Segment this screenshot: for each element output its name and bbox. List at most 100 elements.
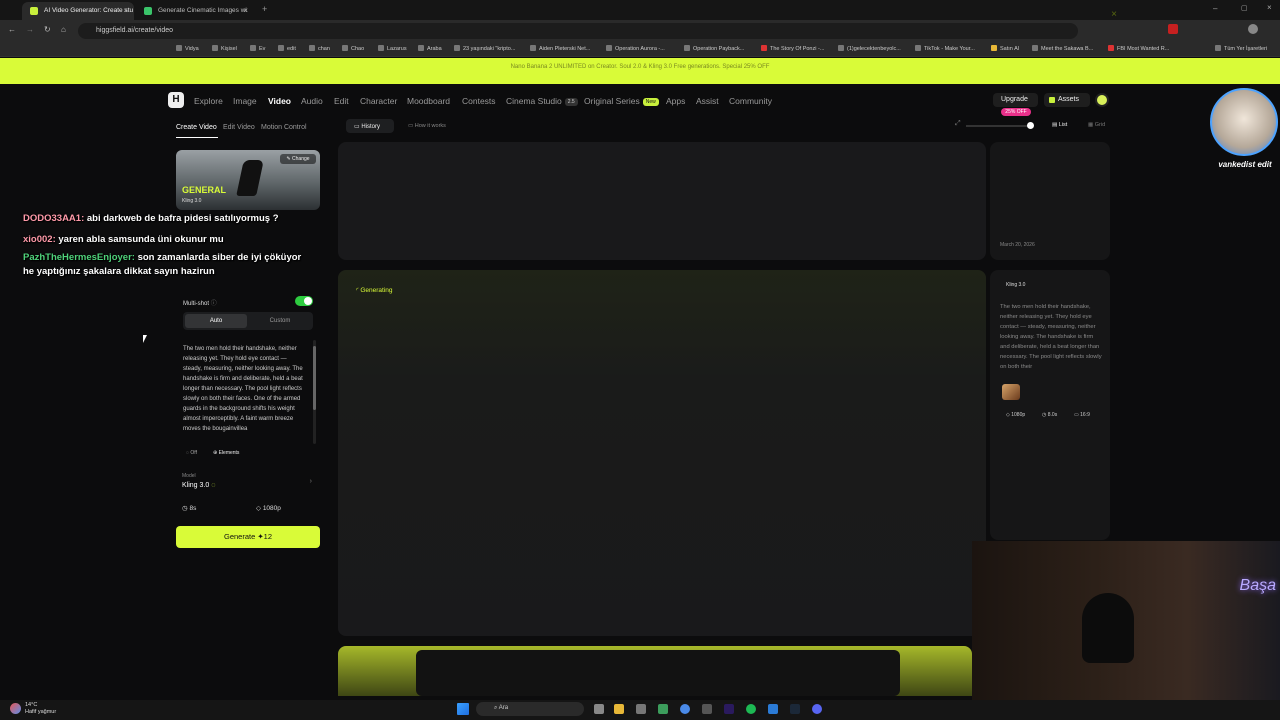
- model-selector[interactable]: Model Kling 3.0 ◌ ›: [176, 470, 320, 494]
- discord-icon[interactable]: [812, 704, 822, 714]
- model-label: Model: [182, 473, 196, 479]
- nav-assist[interactable]: Assist: [696, 96, 719, 106]
- nav-apps[interactable]: Apps: [666, 96, 685, 106]
- browser-tab[interactable]: Generate Cinematic Images wi ×: [136, 2, 254, 20]
- nav-audio[interactable]: Audio: [301, 96, 323, 106]
- bookmark[interactable]: Vidya: [176, 45, 199, 52]
- grid-view-toggle[interactable]: ▦ Grid: [1088, 122, 1105, 128]
- bookmark[interactable]: Araba: [418, 45, 442, 52]
- tab-title: Generate Cinematic Images wi: [158, 7, 247, 14]
- bookmark[interactable]: Satın Al: [991, 45, 1019, 52]
- history-prompt[interactable]: The two men hold their handshake, neithe…: [1000, 302, 1104, 378]
- prompt-scroll-thumb[interactable]: [313, 346, 316, 410]
- assets-button[interactable]: Assets: [1044, 93, 1090, 107]
- bookmark[interactable]: Lazarus: [378, 45, 407, 52]
- history-card-next[interactable]: [338, 646, 972, 696]
- history-card-previous[interactable]: [338, 142, 986, 260]
- tab-edit-video[interactable]: Edit Video: [223, 124, 255, 131]
- bookmark[interactable]: Chao: [342, 45, 364, 52]
- change-button[interactable]: ✎ Change: [280, 154, 316, 164]
- bookmark[interactable]: Kişisel: [212, 45, 237, 52]
- maximize-icon[interactable]: ▢: [1241, 4, 1248, 12]
- spotify-icon[interactable]: [746, 704, 756, 714]
- promo-banner[interactable]: Nano Banana 2 UNLIMITED on Creator. Soul…: [0, 58, 1280, 84]
- windows-start-icon[interactable]: [457, 703, 469, 715]
- bookmark[interactable]: Aiden Pleterski Net...: [530, 45, 590, 52]
- resolution-selector[interactable]: ◇ 1080p: [256, 504, 281, 512]
- steam-icon[interactable]: [790, 704, 800, 714]
- expand-icon[interactable]: ⤢: [955, 120, 961, 128]
- forward-icon[interactable]: →: [26, 25, 34, 34]
- home-icon[interactable]: ⌂: [61, 25, 66, 34]
- tab-create-video[interactable]: Create Video: [176, 124, 217, 131]
- bookmark[interactable]: Meet the Sakawa B...: [1032, 45, 1093, 52]
- nav-community[interactable]: Community: [729, 96, 772, 106]
- auto-option[interactable]: Auto: [185, 314, 247, 328]
- close-tab-icon[interactable]: ×: [123, 6, 128, 15]
- chrome-icon[interactable]: [680, 704, 690, 714]
- nav-character[interactable]: Character: [360, 96, 397, 106]
- reload-icon[interactable]: ↻: [44, 25, 51, 34]
- zoom-slider-thumb[interactable]: [1027, 122, 1034, 129]
- multishot-toggle[interactable]: [295, 296, 313, 306]
- audio-off-chip[interactable]: ◌ Off: [186, 450, 197, 456]
- new-tab-icon[interactable]: +: [262, 4, 267, 14]
- bookmark[interactable]: edit: [278, 45, 296, 52]
- back-icon[interactable]: ←: [8, 25, 16, 34]
- nav-explore[interactable]: Explore: [194, 96, 223, 106]
- close-window-icon[interactable]: ×: [1267, 3, 1272, 12]
- task-view-icon[interactable]: [594, 704, 604, 714]
- close-icon[interactable]: ×: [1111, 9, 1117, 20]
- bookmark[interactable]: Operation Payback...: [684, 45, 744, 52]
- search-icon: ⌕: [494, 705, 498, 711]
- bookmark-folder-all[interactable]: Tüm Yer İşaretleri: [1215, 45, 1267, 52]
- preset-card[interactable]: ✎ Change GENERAL Kling 3.0: [176, 150, 320, 210]
- custom-option[interactable]: Custom: [249, 314, 311, 328]
- nav-edit[interactable]: Edit: [334, 96, 349, 106]
- app-icon[interactable]: [636, 704, 646, 714]
- app-icon[interactable]: [768, 704, 778, 714]
- profile-icon[interactable]: [1248, 24, 1258, 34]
- nav-original-series[interactable]: Original Series New: [584, 96, 659, 106]
- weather-widget[interactable]: 14°C Hafif yağmur: [25, 702, 56, 716]
- bookmark[interactable]: FBI Most Wanted R...: [1108, 45, 1169, 52]
- minimize-icon[interactable]: –: [1213, 4, 1217, 13]
- browser-tab-active[interactable]: AI Video Generator: Create stu ×: [22, 2, 134, 20]
- tab-how-it-works[interactable]: ▭ How it works: [408, 123, 446, 129]
- multishot-label: Multi-shot ⓘ: [183, 301, 217, 307]
- file-explorer-icon[interactable]: [614, 704, 624, 714]
- bookmark[interactable]: (1)gelecektenbeyolc...: [838, 45, 901, 52]
- nav-video[interactable]: Video: [268, 96, 291, 106]
- nav-image[interactable]: Image: [233, 96, 257, 106]
- extension-icon[interactable]: [1168, 24, 1178, 34]
- bookmark[interactable]: The Story Of Ponzi -...: [761, 45, 824, 52]
- zoom-slider[interactable]: [966, 125, 1032, 127]
- reference-thumbnail[interactable]: [1002, 384, 1020, 400]
- taskbar-search[interactable]: ⌕ Ara: [476, 702, 584, 716]
- duration-selector[interactable]: ◷ 8s: [182, 504, 196, 512]
- app-icon[interactable]: [702, 704, 712, 714]
- bookmark[interactable]: chan: [309, 45, 330, 52]
- bookmark[interactable]: Operation Aurora -...: [606, 45, 665, 52]
- close-tab-icon[interactable]: ×: [243, 6, 248, 15]
- avatar[interactable]: [1095, 93, 1109, 107]
- app-logo[interactable]: H: [168, 92, 184, 108]
- nav-cinema-studio[interactable]: Cinema Studio 2.5: [506, 96, 578, 106]
- elements-chip[interactable]: ⊕ Elements: [213, 450, 239, 456]
- tab-history[interactable]: ▭ History: [346, 119, 394, 133]
- premiere-icon[interactable]: [724, 704, 734, 714]
- app-icon[interactable]: [658, 704, 668, 714]
- list-view-toggle[interactable]: ▤ List: [1052, 122, 1067, 128]
- url-field[interactable]: higgsfield.ai/create/video: [78, 23, 1078, 39]
- tab-motion-control[interactable]: Motion Control: [261, 124, 307, 131]
- bookmark[interactable]: Ev: [250, 45, 265, 52]
- generate-button[interactable]: Generate ✦12: [176, 526, 320, 548]
- bookmark[interactable]: TikTok - Make Your...: [915, 45, 975, 52]
- nav-moodboard[interactable]: Moodboard: [407, 96, 450, 106]
- webcam-person: [1082, 593, 1134, 663]
- weather-icon[interactable]: [10, 703, 21, 714]
- nav-contests[interactable]: Contests: [462, 96, 496, 106]
- prompt-textarea[interactable]: The two men hold their handshake, neithe…: [183, 344, 307, 442]
- upgrade-button[interactable]: Upgrade: [993, 93, 1038, 107]
- bookmark[interactable]: 23 yaşındaki "kripto...: [454, 45, 515, 52]
